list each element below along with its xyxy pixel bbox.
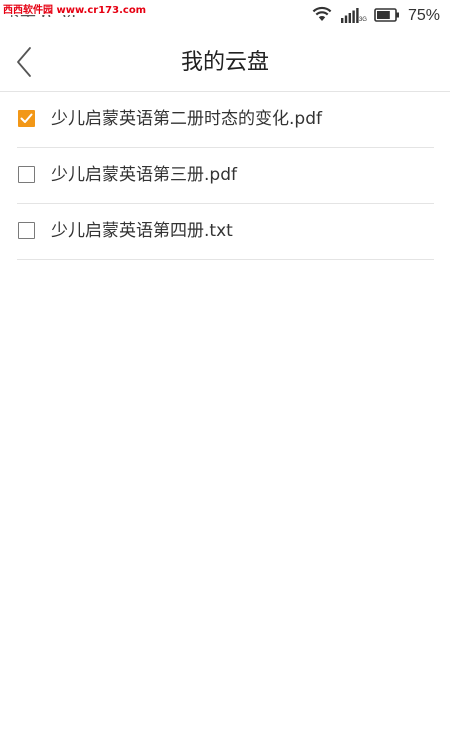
file-name: 少儿启蒙英语第四册.txt xyxy=(51,221,233,241)
wifi-icon xyxy=(312,6,332,26)
file-list-item[interactable]: 少儿启蒙英语第二册时态的变化.pdf xyxy=(17,92,434,148)
header-bar: 我的云盘 xyxy=(0,32,450,92)
file-checkbox[interactable] xyxy=(18,166,35,183)
file-list-item[interactable]: 少儿启蒙英语第四册.txt xyxy=(17,204,434,260)
watermark-text: 西西软件园 www.cr173.com xyxy=(3,5,147,16)
file-name: 少儿启蒙英语第三册.pdf xyxy=(51,165,237,185)
file-list: 少儿启蒙英语第二册时态的变化.pdf 少儿启蒙英语第三册.pdf 少儿启蒙英语第… xyxy=(17,92,434,260)
file-name: 少儿启蒙英语第二册时态的变化.pdf xyxy=(51,109,322,129)
status-indicators: 3G 75% xyxy=(312,6,440,26)
battery-percent: 75% xyxy=(407,7,440,24)
empty-content-area xyxy=(0,260,450,750)
file-list-item[interactable]: 少儿启蒙英语第三册.pdf xyxy=(17,148,434,204)
battery-icon xyxy=(374,7,400,26)
file-checkbox[interactable] xyxy=(18,222,35,239)
file-checkbox[interactable] xyxy=(18,110,35,127)
page-title: 我的云盘 xyxy=(180,50,269,75)
checkmark-icon xyxy=(20,113,33,123)
network-type-label: 3G xyxy=(358,17,367,23)
status-bar: 下午 6:54 西西软件园 www.cr173.com 3G xyxy=(0,0,450,32)
signal-icon: 3G xyxy=(340,8,367,24)
